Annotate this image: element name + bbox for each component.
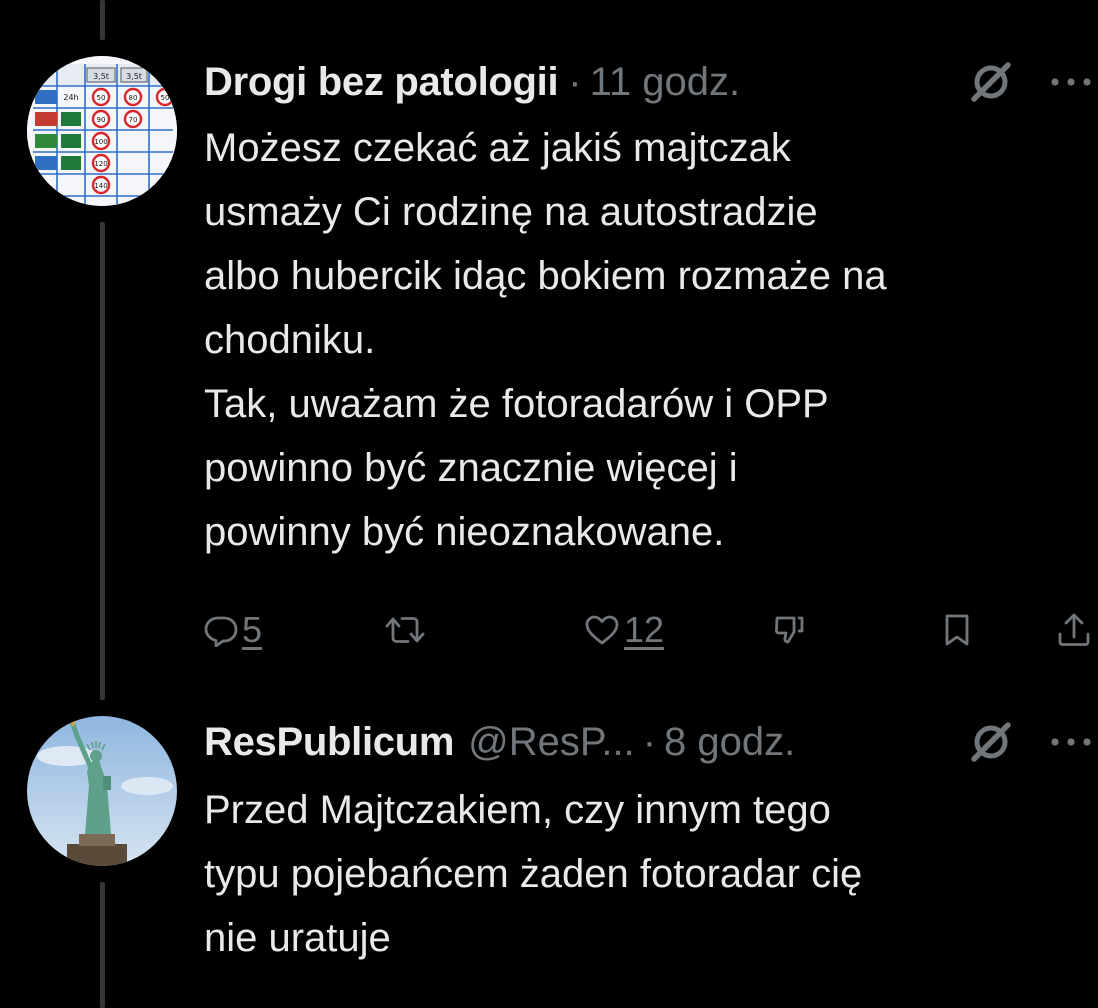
avatar-limit: 140 <box>94 182 107 190</box>
author-name[interactable]: Drogi bez patologii <box>204 60 559 105</box>
retweet-icon <box>385 617 425 643</box>
avatar[interactable]: 3,5t 3,5t 24h 50 50 90 70 100 80 120 140 <box>27 56 177 206</box>
share-icon <box>1058 613 1090 646</box>
author-name[interactable]: ResPublicum <box>204 720 454 765</box>
share-button[interactable] <box>1056 602 1092 658</box>
action-bar: 5 12 <box>204 602 1098 658</box>
avatar-limit: 90 <box>97 116 106 124</box>
avatar-limit: 100 <box>94 138 107 146</box>
avatar-weight-label: 3,5t <box>126 72 142 81</box>
reply-count: 5 <box>242 609 263 650</box>
avatar-limit: 120 <box>94 160 107 168</box>
avatar-limit: 50 <box>161 94 170 102</box>
reply-button[interactable]: 5 <box>204 602 262 658</box>
like-icon <box>585 615 619 645</box>
tweet-text-line: albo hubercik idąc bokiem rozmaże na <box>204 254 887 298</box>
timestamp[interactable]: 8 godz. <box>664 720 795 765</box>
separator-dot: · <box>642 719 657 764</box>
grok-icon[interactable] <box>968 59 1014 105</box>
tweet-text-line: Możesz czekać aż jakiś majtczak <box>204 126 791 170</box>
tweet-text-line: usmaży Ci rodzinę na autostradzie <box>204 190 818 234</box>
more-icon[interactable] <box>1048 732 1094 752</box>
avatar[interactable] <box>27 716 177 866</box>
separator-dot: · <box>568 59 582 104</box>
tweet[interactable]: 3,5t 3,5t 24h 50 50 90 70 100 80 120 140… <box>0 0 1098 680</box>
avatar-hours-label: 24h <box>63 93 78 102</box>
avatar-limit: 50 <box>97 94 106 102</box>
tweet[interactable]: ResPublicum @ResP... · 8 godz. Przed Maj… <box>0 690 1098 1008</box>
like-button[interactable]: 12 <box>584 602 664 658</box>
avatar-speed-limits-image: 3,5t 3,5t 24h 50 50 90 70 100 80 120 140 <box>27 56 177 206</box>
avatar-statue-of-liberty-image <box>27 716 177 866</box>
avatar-weight-label: 3,5t <box>93 72 109 81</box>
tweet-text-line: chodniku. <box>204 318 376 362</box>
timestamp[interactable]: 11 godz. <box>590 60 741 105</box>
avatar-limit: 80 <box>129 94 138 102</box>
tweet-header: Drogi bez patologii · 11 godz. <box>204 52 1098 112</box>
retweet-button[interactable] <box>384 602 430 658</box>
tweet-text-line: powinny być nieoznakowane. <box>204 510 725 554</box>
grok-icon[interactable] <box>968 719 1014 765</box>
tweet-text: Przed Majtczakiem, czy innym tego typu p… <box>204 778 1084 970</box>
tweet-header: ResPublicum @ResP... · 8 godz. <box>204 712 1098 772</box>
tweet-text-line: nie uratuje <box>204 916 391 960</box>
tweet-text-line: Tak, uważam że fotoradarów i OPP <box>204 382 829 426</box>
downvote-icon <box>774 616 804 644</box>
bookmark-button[interactable] <box>942 602 972 658</box>
like-count: 12 <box>624 609 665 650</box>
more-icon[interactable] <box>1048 72 1094 92</box>
tweet-text-line: typu pojebańcem żaden fotoradar cię <box>204 852 863 896</box>
author-handle[interactable]: @ResP... <box>468 720 635 765</box>
downvote-button[interactable] <box>772 602 806 658</box>
reply-icon <box>204 616 238 647</box>
tweet-text-line: Przed Majtczakiem, czy innym tego <box>204 788 831 832</box>
avatar-limit: 70 <box>129 116 138 124</box>
tweet-text: Możesz czekać aż jakiś majtczak usmaży C… <box>204 116 1084 564</box>
bookmark-icon <box>945 614 969 646</box>
tweet-text-line: powinno być znacznie więcej i <box>204 446 738 490</box>
